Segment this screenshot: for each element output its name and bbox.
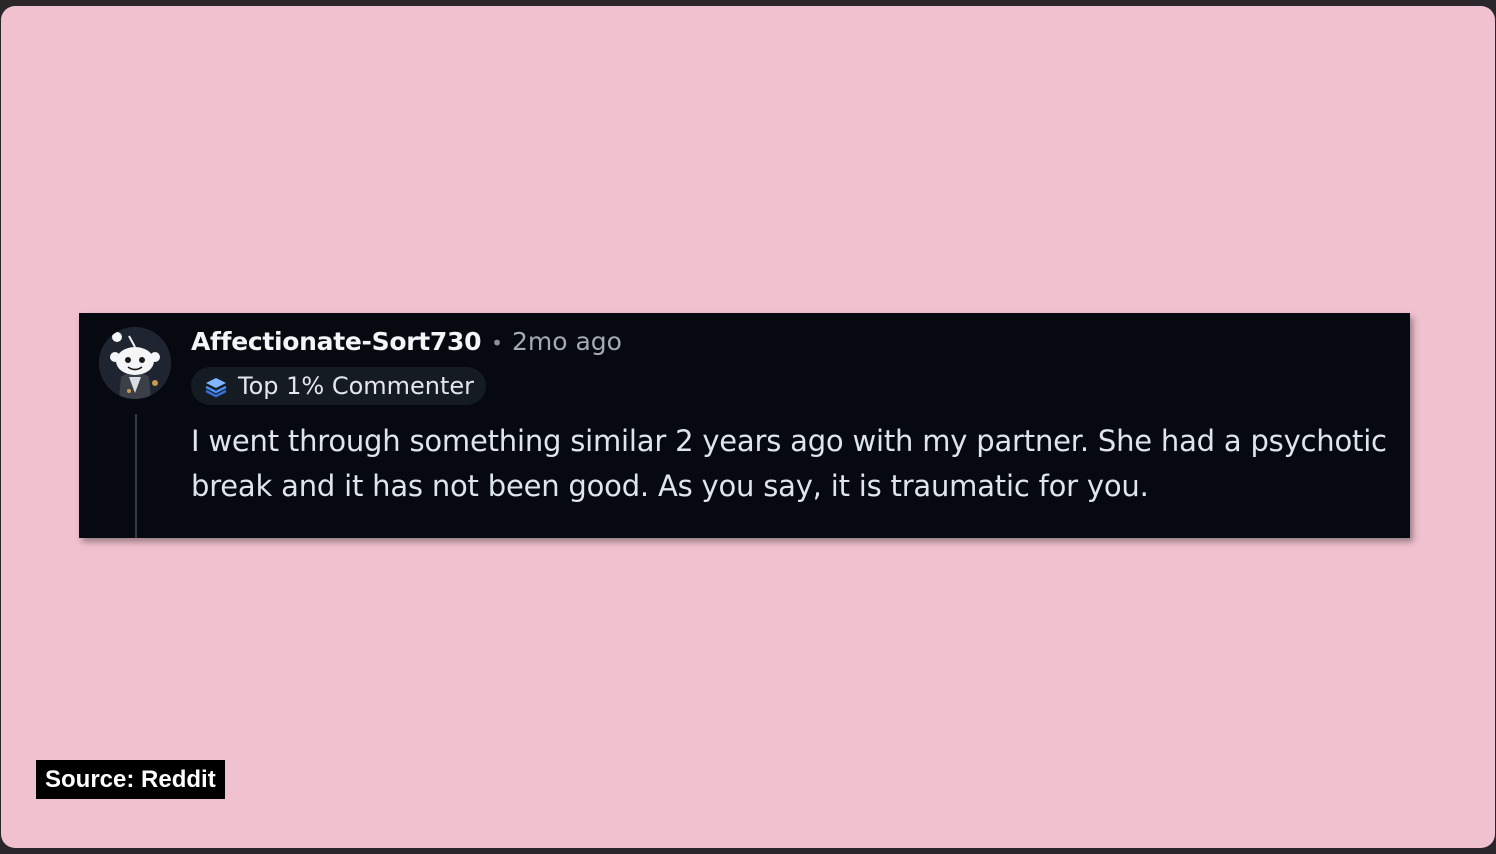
reddit-comment-card: Affectionate-Sort730 • 2mo ago Top 1% Co…	[79, 313, 1410, 538]
snoo-avatar-icon	[99, 327, 171, 399]
username-link[interactable]: Affectionate-Sort730	[191, 327, 481, 356]
separator-dot: •	[491, 331, 503, 355]
user-flair-badge: Top 1% Commenter	[191, 367, 487, 405]
user-avatar[interactable]	[99, 327, 171, 399]
commenter-badge-icon	[205, 378, 227, 398]
comment-header: Affectionate-Sort730 • 2mo ago	[191, 327, 622, 356]
flair-label: Top 1% Commenter	[238, 372, 475, 400]
comment-body: I went through something similar 2 years…	[191, 424, 1387, 503]
source-caption: Source: Reddit	[36, 760, 225, 799]
slide-background: Affectionate-Sort730 • 2mo ago Top 1% Co…	[1, 6, 1495, 848]
thread-line[interactable]	[135, 414, 137, 538]
comment-timestamp[interactable]: 2mo ago	[512, 327, 622, 356]
